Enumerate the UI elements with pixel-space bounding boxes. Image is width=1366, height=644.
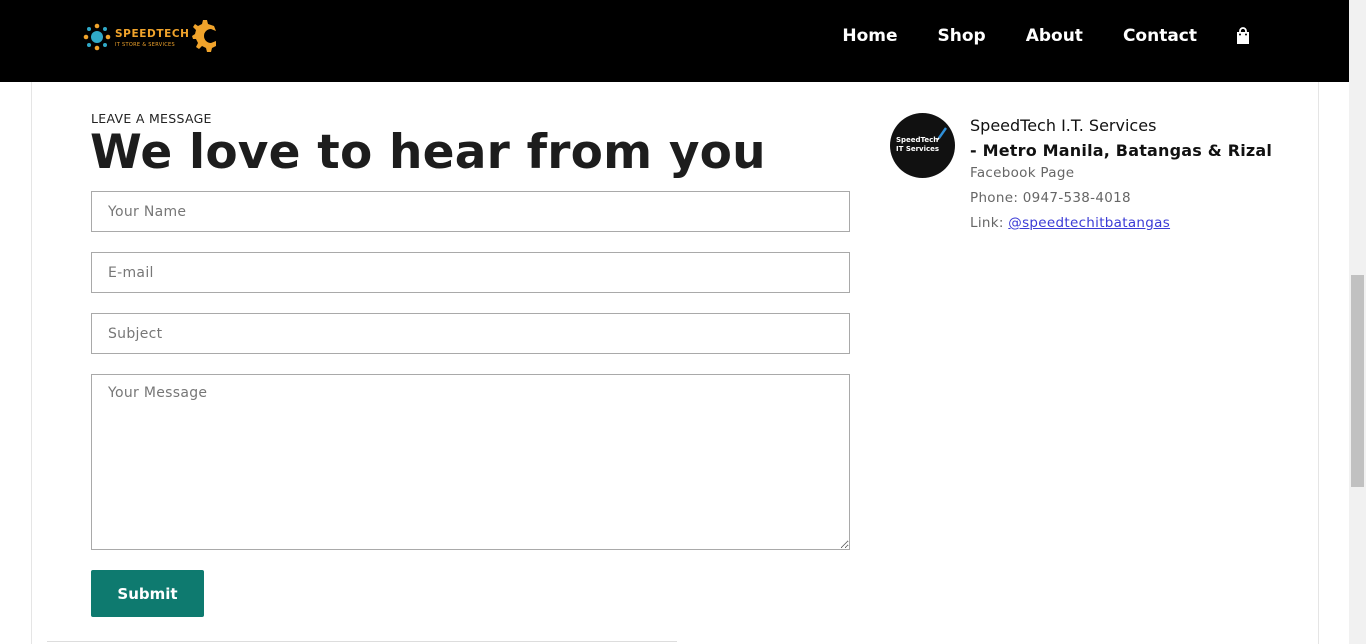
avatar-text-1: SpeedTech [896,136,939,144]
subject-field[interactable] [91,313,850,354]
main-nav: Home Shop About Contact [842,26,1251,46]
facebook-label: Facebook Page [970,165,1075,181]
nav-shop[interactable]: Shop [938,26,986,46]
link-row: Link: @speedtechitbatangas [970,215,1170,231]
nav-about[interactable]: About [1026,26,1083,46]
page-title: We love to hear from you [90,125,766,180]
avatar: SpeedTech IT Services [890,113,955,178]
shopping-bag-icon[interactable] [1235,27,1251,45]
page-scrollbar[interactable] [1349,0,1366,644]
email-field[interactable] [91,252,850,293]
logo-dots-icon [83,23,111,51]
phone-text: Phone: 0947-538-4018 [970,190,1131,206]
nav-contact[interactable]: Contact [1123,26,1197,46]
link-prefix: Link: [970,215,1009,231]
submit-button[interactable]: Submit [91,570,204,617]
logo-subtext: IT STORE & SERVICES [115,42,175,48]
section-eyebrow: LEAVE A MESSAGE [91,111,212,126]
speedtech-logo[interactable]: SPEEDTECH IT STORE & SERVICES [82,18,222,56]
business-name-line-2: - Metro Manila, Batangas & Rizal [970,141,1273,160]
facebook-link[interactable]: @speedtechitbatangas [1008,215,1170,231]
business-name-line-1: SpeedTech I.T. Services [970,116,1157,135]
business-name: SpeedTech I.T. Services - Metro Manila, … [970,113,1272,163]
message-field[interactable] [91,374,850,550]
site-header: SPEEDTECH IT STORE & SERVICES Home Shop … [0,0,1349,82]
scrollbar-thumb[interactable] [1351,275,1364,487]
avatar-text-2: IT Services [896,145,940,153]
gear-icon [192,20,216,52]
tool-icon [936,127,947,141]
nav-home[interactable]: Home [842,26,897,46]
logo-text: SPEEDTECH [115,28,190,40]
name-field[interactable] [91,191,850,232]
